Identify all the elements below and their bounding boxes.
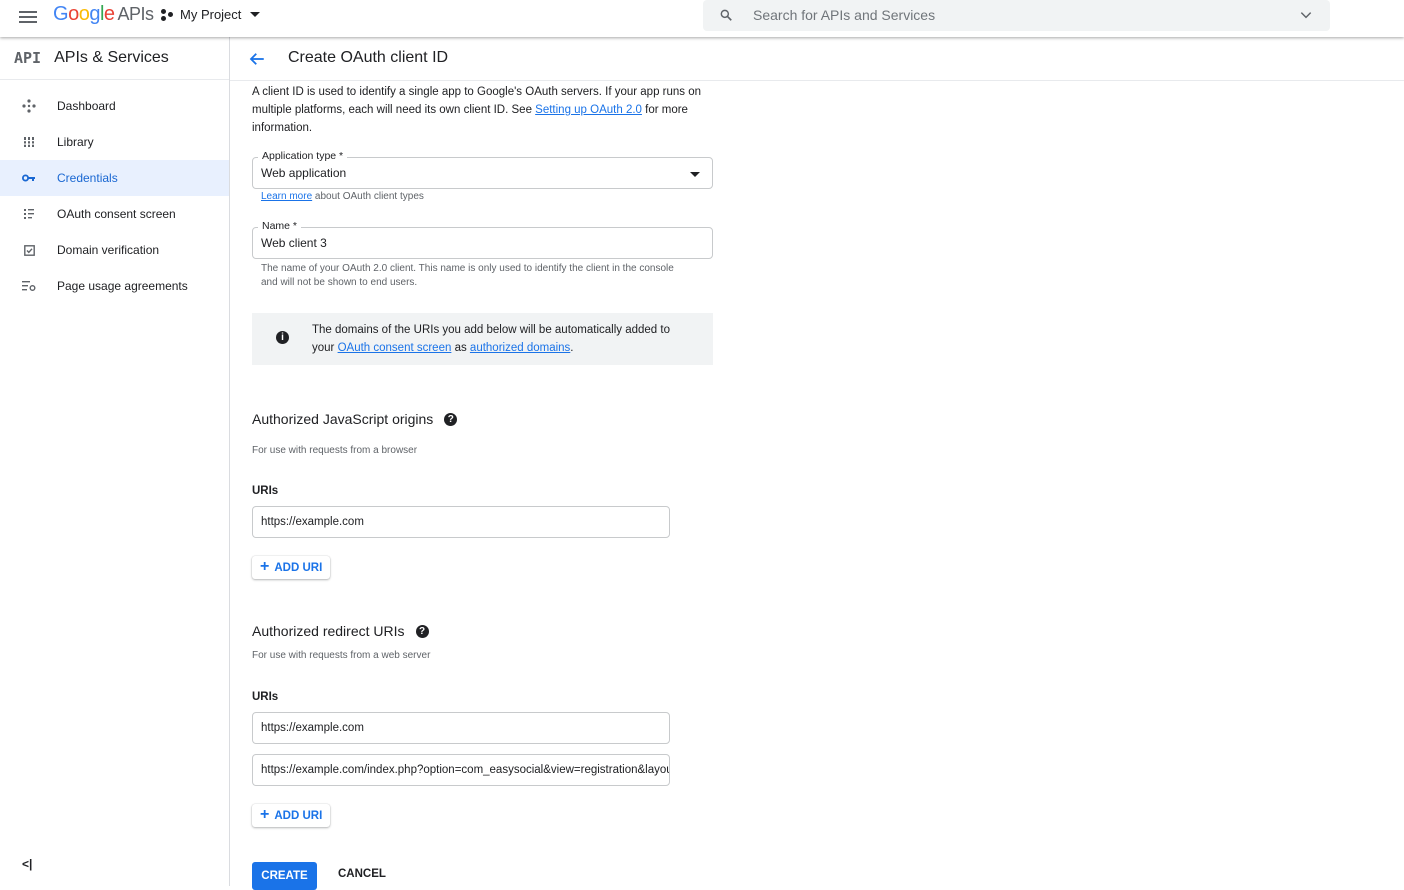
application-type-label: Application type * (258, 150, 348, 162)
sidebar-header: API APIs & Services (0, 37, 229, 80)
sidebar-item-label: Domain verification (57, 243, 160, 257)
application-type-select[interactable]: Application type * Web application (252, 150, 713, 189)
js-origins-section: Authorized JavaScript origins ? (252, 411, 458, 427)
search-input[interactable] (753, 5, 1293, 25)
top-bar: Google APIs My Project (0, 0, 1404, 37)
redirect-uris-section: Authorized redirect URIs ? (252, 623, 429, 639)
sidebar-title: APIs & Services (54, 49, 169, 66)
js-origins-title: Authorized JavaScript origins (252, 411, 434, 427)
page-title: Create OAuth client ID (288, 49, 449, 66)
sidebar-item-dashboard[interactable]: Dashboard (0, 88, 229, 124)
api-logo-icon: API (14, 49, 42, 67)
caret-down-icon (690, 172, 700, 177)
back-arrow-icon[interactable] (248, 50, 266, 68)
sidebar-item-label: Library (57, 135, 94, 149)
info-text: The domains of the URIs you add below wi… (312, 324, 670, 354)
caret-down-icon (250, 12, 261, 17)
add-js-origin-button[interactable]: + ADD URI (252, 556, 331, 579)
dashboard-icon (22, 99, 36, 113)
sidebar: API APIs & Services Dashboard Library Cr… (0, 37, 230, 886)
library-icon (22, 135, 36, 149)
oauth-consent-screen-link[interactable]: OAuth consent screen (338, 342, 452, 354)
application-type-hint: Learn more about OAuth client types (261, 191, 424, 202)
add-redirect-uri-button[interactable]: + ADD URI (252, 804, 331, 827)
js-origins-subtitle: For use with requests from a browser (252, 445, 418, 456)
sidebar-item-label: Dashboard (57, 99, 116, 113)
menu-icon[interactable] (19, 8, 39, 26)
plus-icon: + (260, 557, 270, 575)
settings-list-icon (22, 279, 36, 293)
consent-icon (22, 207, 36, 221)
js-origins-uris-label: URIs (252, 485, 279, 497)
redirect-uris-label: URIs (252, 691, 279, 703)
name-hint: The name of your OAuth 2.0 client. This … (261, 263, 674, 288)
redirect-uris-title: Authorized redirect URIs (252, 623, 405, 639)
project-dots-icon (160, 8, 174, 22)
sidebar-item-label: Credentials (57, 171, 118, 185)
intro-text: A client ID is used to identify a single… (252, 86, 702, 134)
form-container: A client ID is used to identify a single… (252, 82, 722, 137)
info-icon: i (276, 331, 289, 344)
application-type-value: Web application (261, 166, 347, 180)
sidebar-item-page-usage[interactable]: Page usage agreements (0, 268, 229, 304)
name-field[interactable]: Name * Web client 3 (252, 220, 713, 259)
sidebar-nav: Dashboard Library Credentials OAuth cons… (0, 88, 229, 304)
project-selector[interactable]: My Project (160, 7, 261, 22)
help-icon[interactable]: ? (444, 412, 458, 426)
sidebar-item-credentials[interactable]: Credentials (0, 160, 229, 196)
key-icon (22, 171, 36, 185)
collapse-sidebar-icon[interactable]: <| (22, 857, 32, 871)
authorized-domains-link[interactable]: authorized domains (470, 342, 570, 354)
search-icon (720, 9, 732, 21)
cancel-button[interactable]: CANCEL (338, 868, 386, 880)
sidebar-item-domain-verification[interactable]: Domain verification (0, 232, 229, 268)
name-value: Web client 3 (261, 236, 327, 250)
sidebar-item-library[interactable]: Library (0, 124, 229, 160)
redirect-uri-input[interactable]: https://example.com (252, 712, 670, 744)
project-name: My Project (180, 7, 242, 22)
learn-more-link[interactable]: Learn more (261, 191, 312, 202)
sidebar-item-label: OAuth consent screen (57, 207, 176, 221)
chevron-down-icon[interactable] (1299, 8, 1313, 22)
name-label: Name * (258, 220, 302, 232)
redirect-uris-subtitle: For use with requests from a web server (252, 650, 431, 661)
sidebar-item-oauth-consent[interactable]: OAuth consent screen (0, 196, 229, 232)
help-icon[interactable]: ? (415, 624, 429, 638)
checkbox-icon (22, 243, 36, 257)
plus-icon: + (260, 805, 270, 823)
search-bar[interactable] (703, 0, 1330, 31)
oauth-setup-link[interactable]: Setting up OAuth 2.0 (535, 104, 642, 116)
google-apis-logo[interactable]: Google APIs (53, 3, 154, 26)
js-origin-uri-input[interactable]: https://example.com (252, 506, 670, 538)
info-banner: i The domains of the URIs you add below … (252, 313, 713, 365)
redirect-uri-input[interactable]: https://example.com/index.php?option=com… (252, 754, 670, 786)
sidebar-item-label: Page usage agreements (57, 279, 188, 293)
page-header: Create OAuth client ID (230, 37, 1404, 81)
